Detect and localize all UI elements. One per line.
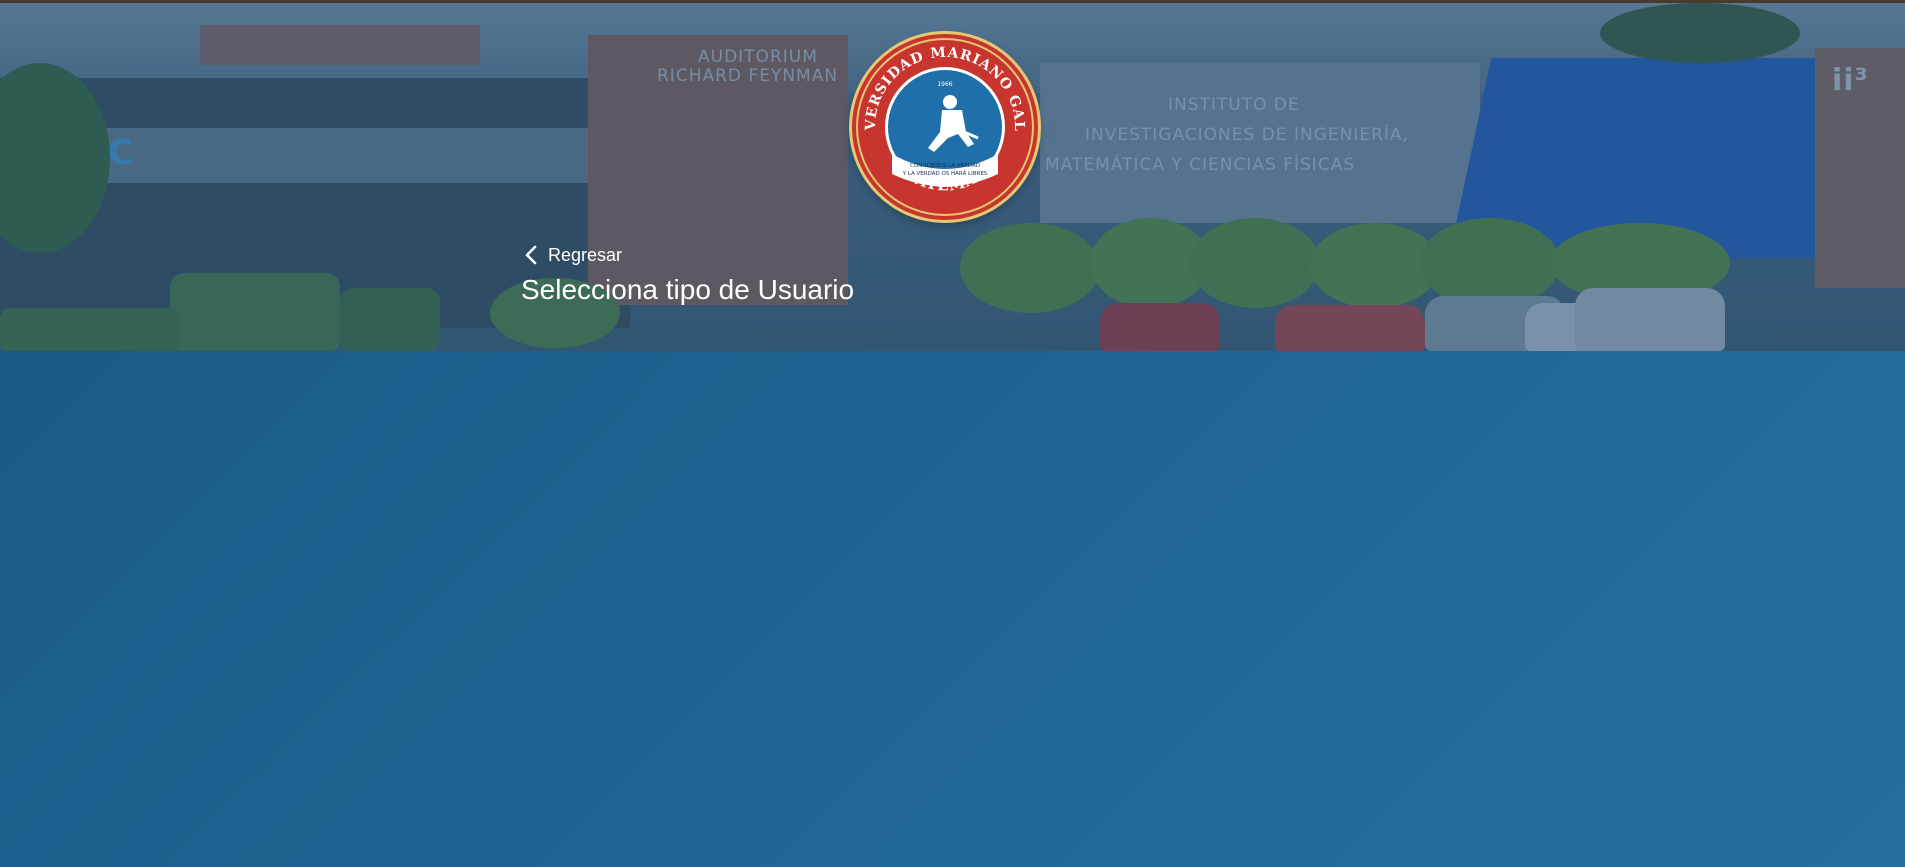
seal-motto-1: CONOCERÉIS LA VERDAD bbox=[910, 161, 980, 169]
back-label: Regresar bbox=[548, 244, 623, 265]
back-button[interactable]: Regresar bbox=[524, 240, 622, 270]
seal-year: 1966 bbox=[937, 81, 952, 88]
page-title: Selecciona tipo de Usuario bbox=[521, 274, 855, 305]
seal-graphic: UNIVERSIDAD MARIANO GALVEZ GUATEMALA 196… bbox=[852, 34, 1035, 217]
university-seal-logo[interactable]: UNIVERSIDAD MARIANO GALVEZ GUATEMALA 196… bbox=[852, 34, 1038, 220]
content-panel bbox=[0, 351, 1905, 867]
seal-motto-2: Y LA VERDAD OS HARÁ LIBRES bbox=[902, 170, 988, 177]
chevron-left-icon bbox=[525, 245, 537, 265]
